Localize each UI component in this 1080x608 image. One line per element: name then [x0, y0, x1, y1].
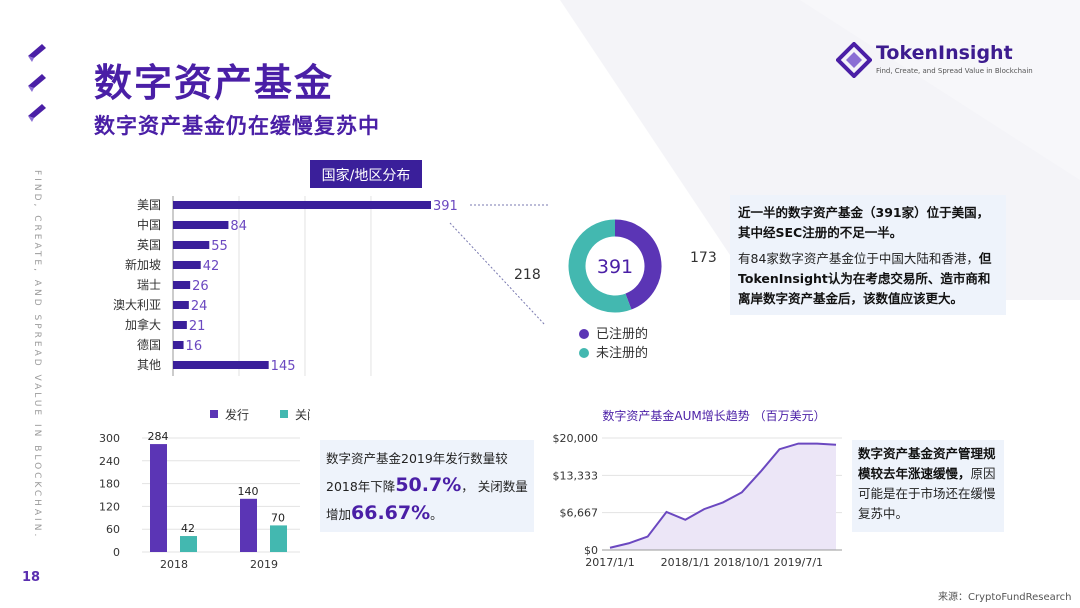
logo-icon — [836, 42, 872, 78]
chevron-decoration-icon — [28, 44, 46, 122]
bar — [173, 301, 189, 309]
issuance-bar-chart: 发行 关闭 300 240 180 120 60 0 284 42 2018 140 70 2019 — [99, 407, 310, 571]
bar — [173, 221, 229, 229]
legend-marker — [579, 348, 589, 358]
x-tick-label: 2018 — [160, 558, 188, 571]
category-label: 澳大利亚 — [113, 298, 161, 312]
data-label: 21 — [189, 319, 206, 334]
bar — [270, 525, 287, 552]
legend-label: 未注册的 — [596, 345, 648, 361]
category-label: 中国 — [137, 217, 161, 232]
category-label: 英国 — [137, 238, 161, 252]
logo-tagline: Find, Create, and Spread Value in Blockc… — [876, 67, 1033, 75]
data-label: 140 — [238, 485, 259, 498]
y-tick-label: $6,667 — [560, 507, 599, 520]
page-number: 18 — [22, 570, 41, 585]
issuance-note-text3: 。 — [430, 507, 443, 522]
data-label: 24 — [191, 299, 208, 314]
y-tick-label: 60 — [106, 523, 120, 536]
x-tick-label: 2018/1/1 — [661, 556, 710, 569]
us-note-box: 近一半的数字资产基金（391家）位于美国，其中经SEC注册的不足一半。 有84家… — [730, 195, 1006, 315]
legend-marker — [579, 329, 589, 339]
slice-value-label: 218 — [514, 267, 541, 283]
data-label: 84 — [230, 219, 247, 234]
bar — [173, 361, 269, 369]
data-label: 284 — [148, 430, 169, 443]
data-label: 55 — [211, 239, 228, 254]
legend-label: 已注册的 — [596, 326, 648, 342]
source-note: 来源：CryptoFundResearch — [938, 592, 1072, 603]
category-label: 德国 — [137, 337, 161, 352]
bar — [173, 201, 431, 209]
category-label: 美国 — [137, 198, 161, 212]
us-note-text: 有84家数字资产基金位于中国大陆和香港， — [738, 251, 979, 266]
data-label: 145 — [271, 359, 296, 374]
x-tick-label: 2017/1/1 — [585, 556, 634, 569]
x-tick-label: 2019/7/1 — [774, 556, 823, 569]
bar — [173, 321, 187, 329]
data-label: 42 — [203, 259, 220, 274]
category-label: 加拿大 — [125, 317, 161, 332]
aum-area-chart: 数字资产基金AUM增长趋势 （百万美元）$20,000 $13,333 $6,667… — [553, 408, 842, 569]
x-tick-label: 2018/10/1 — [714, 556, 770, 569]
aum-note-box: 数字资产基金资产管理规模较去年涨速缓慢，原因可能是在于市场还在缓慢复苏中。 — [852, 440, 1004, 532]
category-label: 新加坡 — [125, 257, 161, 272]
legend-marker — [210, 410, 218, 418]
donut-center-label: 391 — [597, 256, 633, 278]
bar — [150, 444, 167, 552]
page-subtitle: 数字资产基金仍在缓慢复苏中 — [94, 114, 380, 138]
bar — [173, 341, 184, 349]
closure-increase-pct: 66.67% — [351, 502, 431, 524]
bar — [173, 261, 201, 269]
bar — [180, 536, 197, 552]
bar — [173, 281, 191, 289]
y-tick-label: 180 — [99, 478, 120, 491]
category-label: 瑞士 — [137, 278, 161, 292]
area-fill — [610, 443, 836, 550]
side-slogan: FIND, CREATE, AND SPREAD VALUE IN BLOCKC… — [32, 170, 42, 540]
legend-label: 关闭 — [295, 408, 310, 422]
registration-donut-chart: 391 173 218 已注册的未注册的 — [514, 219, 717, 361]
category-label: 其他 — [137, 358, 161, 372]
y-tick-label: $20,000 — [553, 432, 599, 445]
data-label: 26 — [192, 279, 209, 294]
slice-value-label: 173 — [690, 250, 717, 266]
chart-title: 国家/地区分布 — [322, 167, 411, 184]
legend-marker — [280, 410, 288, 418]
issuance-decline-pct: 50.7% — [395, 474, 462, 496]
logo-name: TokenInsight — [876, 42, 1013, 64]
legend-label: 发行 — [225, 407, 249, 422]
x-tick-label: 2019 — [250, 558, 278, 571]
data-label: 70 — [271, 511, 285, 524]
chart-title: 数字资产基金AUM增长趋势 （百万美元） — [602, 408, 825, 423]
y-tick-label: 120 — [99, 500, 120, 513]
y-tick-label: 0 — [113, 546, 120, 559]
y-tick-label: 300 — [99, 432, 120, 445]
y-tick-label: 240 — [99, 455, 120, 468]
tokeninsight-logo: TokenInsight Find, Create, and Spread Va… — [836, 42, 1036, 82]
data-label: 16 — [186, 339, 203, 354]
data-label: 42 — [181, 522, 195, 535]
us-note-bold: 近一半的数字资产基金（391家）位于美国，其中经SEC注册的不足一半。 — [738, 205, 990, 240]
bar — [240, 498, 257, 552]
y-tick-label: $13,333 — [553, 469, 599, 482]
page-title: 数字资产基金 — [94, 61, 335, 105]
issuance-note-box: 数字资产基金2019年发行数量较2018年下降50.7%， 关闭数量增加66.6… — [320, 440, 534, 532]
bar — [173, 241, 210, 249]
